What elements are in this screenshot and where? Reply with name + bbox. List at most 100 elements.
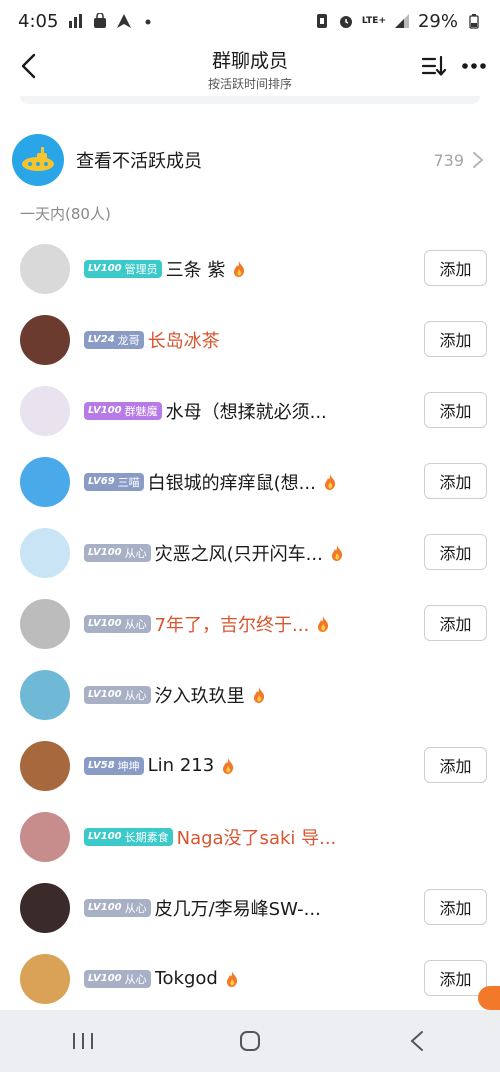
avatar[interactable]	[20, 740, 70, 791]
level-text: LV24	[88, 334, 115, 345]
member-title-text: 从心	[124, 617, 147, 631]
avatar[interactable]	[20, 882, 70, 933]
section-header-one-day: 一天内(80人)	[20, 205, 111, 223]
add-friend-button[interactable]: 添加	[424, 534, 487, 570]
member-name: 三条 紫	[165, 259, 226, 281]
member-name: Naga没了saki 导...	[176, 827, 337, 849]
member-title-text: 管理员	[124, 262, 158, 276]
submarine-icon	[12, 134, 64, 186]
add-friend-button[interactable]: 添加	[424, 747, 487, 783]
home-button[interactable]	[220, 1021, 280, 1061]
avatar[interactable]	[20, 953, 70, 1004]
member-level-badge: LV100 长期素食	[84, 827, 173, 846]
nfc-icon	[316, 14, 327, 28]
member-title-text: 群魅魔	[124, 404, 158, 418]
add-friend-button[interactable]: 添加	[424, 605, 487, 641]
member-level-badge: LV100 从心	[84, 614, 151, 633]
member-row[interactable]: LV100 群魅魔 水母（想揉就必须... 添加	[0, 375, 500, 446]
member-title-text: 长期素食	[124, 830, 169, 844]
signal-bars-icon	[69, 14, 83, 28]
member-name: 汐入玖玖里	[154, 685, 245, 707]
inactive-members-count: 739	[433, 150, 464, 170]
member-row[interactable]: LV100 从心 7年了，吉尔终于... 添加	[0, 588, 500, 659]
shopping-bag-icon	[94, 13, 107, 28]
more-horizontal-icon	[462, 63, 486, 69]
member-title-text: 从心	[124, 972, 147, 986]
recent-apps-button[interactable]	[53, 1021, 113, 1061]
member-name: 长岛冰茶	[147, 330, 220, 352]
network-type: LTE+	[361, 15, 386, 26]
member-name: Lin 213	[147, 755, 215, 776]
dot-icon	[145, 19, 151, 25]
floating-assistant-tab[interactable]	[478, 986, 500, 1010]
member-title-text: 坤坤	[117, 759, 140, 773]
avatar[interactable]	[20, 811, 70, 862]
member-row[interactable]: LV58 坤坤 Lin 213 添加	[0, 730, 500, 801]
member-title-text: 龙哥	[117, 333, 140, 347]
level-text: LV100	[88, 689, 122, 700]
member-name: 白银城的痒痒鼠(想...	[147, 472, 316, 494]
level-text: LV100	[88, 263, 122, 274]
battery-percent: 29%	[417, 10, 458, 32]
avatar[interactable]	[20, 243, 70, 294]
status-icons-right: LTE+ 29%	[314, 11, 482, 32]
member-name: Tokgod	[154, 968, 218, 989]
member-row[interactable]: LV100 管理员 三条 紫 添加	[0, 233, 500, 304]
member-name: 灾恶之风(只开闪车...	[154, 543, 323, 565]
member-row[interactable]: LV24 龙哥 长岛冰茶 添加	[0, 304, 500, 375]
flame-icon	[329, 544, 345, 562]
member-level-badge: LV100 从心	[84, 898, 151, 917]
member-row[interactable]: LV100 长期素食 Naga没了saki 导...	[0, 801, 500, 872]
member-row[interactable]: LV100 从心 皮几万/李易峰SW-... 添加	[0, 872, 500, 943]
member-name: 水母（想揉就必须...	[165, 401, 327, 423]
add-friend-button[interactable]: 添加	[424, 960, 487, 996]
level-text: LV100	[88, 902, 122, 913]
add-friend-button[interactable]: 添加	[424, 321, 487, 357]
sort-list-icon	[421, 55, 447, 76]
member-level-badge: LV100 群魅魔	[84, 401, 162, 420]
member-row[interactable]: LV100 从心 汐入玖玖里	[0, 659, 500, 730]
system-back-button[interactable]	[387, 1021, 447, 1061]
chevron-right-icon	[472, 151, 486, 169]
level-text: LV69	[88, 476, 115, 487]
member-level-badge: LV24 龙哥	[84, 330, 144, 349]
level-text: LV100	[88, 831, 122, 842]
more-options-button[interactable]	[460, 52, 488, 80]
member-row[interactable]: LV69 三喵 白银城的痒痒鼠(想... 添加	[0, 446, 500, 517]
member-row[interactable]: LV100 从心 灾恶之风(只开闪车... 添加	[0, 517, 500, 588]
add-friend-button[interactable]: 添加	[424, 392, 487, 428]
add-friend-button[interactable]: 添加	[424, 889, 487, 925]
add-friend-button[interactable]: 添加	[424, 250, 487, 286]
member-name: 皮几万/李易峰SW-...	[154, 898, 321, 920]
sort-button[interactable]	[420, 52, 448, 80]
avatar[interactable]	[20, 314, 70, 365]
level-text: LV100	[88, 405, 122, 416]
view-inactive-members-row[interactable]: 查看不活跃成员 739	[0, 131, 500, 189]
system-nav-bar	[0, 1010, 500, 1072]
chevron-left-icon	[21, 53, 36, 79]
back-arrow-icon	[410, 1031, 423, 1051]
back-button[interactable]	[12, 50, 44, 82]
level-text: LV100	[88, 547, 122, 558]
avatar[interactable]	[20, 456, 70, 507]
battery-icon	[469, 14, 479, 29]
flame-icon	[224, 970, 240, 988]
member-title-text: 从心	[124, 688, 147, 702]
status-time: 4:05	[18, 10, 59, 32]
member-title-text: 从心	[124, 546, 147, 560]
flame-icon	[322, 473, 338, 491]
add-friend-button[interactable]: 添加	[424, 463, 487, 499]
flame-icon	[220, 757, 236, 775]
member-level-badge: LV100 从心	[84, 969, 151, 988]
status-icons-left	[68, 13, 156, 29]
member-level-badge: LV100 管理员	[84, 259, 162, 278]
avatar[interactable]	[20, 669, 70, 720]
flame-icon	[231, 260, 247, 278]
avatar[interactable]	[20, 385, 70, 436]
member-row[interactable]: LV100 从心 Tokgod 添加	[0, 943, 500, 1014]
member-level-badge: LV100 从心	[84, 543, 151, 562]
avatar[interactable]	[20, 598, 70, 649]
level-text: LV100	[88, 973, 122, 984]
avatar[interactable]	[20, 527, 70, 578]
app-a-icon	[117, 14, 132, 28]
